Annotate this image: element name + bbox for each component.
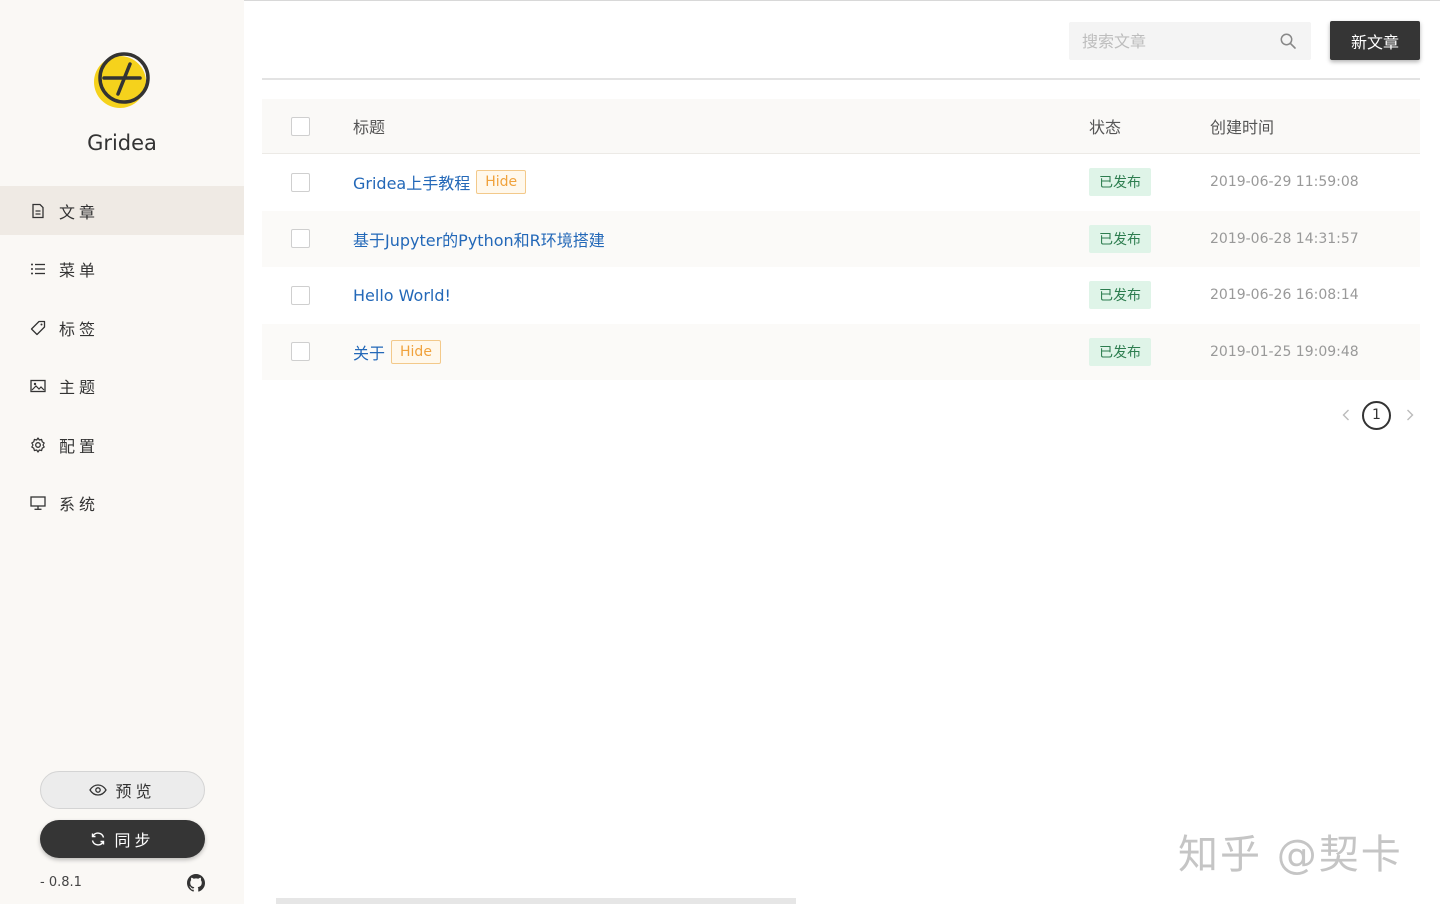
status-badge: 已发布 bbox=[1089, 168, 1151, 197]
list-icon bbox=[30, 261, 46, 277]
row-checkbox[interactable] bbox=[291, 172, 310, 192]
table-row[interactable]: Hello World! 已发布 2019-06-26 16:08:14 bbox=[262, 267, 1420, 324]
sidebar-menu: 文章 菜单 标签 主题 配置 系统 bbox=[0, 186, 244, 537]
sidebar-item-label: 标签 bbox=[59, 319, 100, 339]
table-row[interactable]: 基于Jupyter的Python和R环境搭建 已发布 2019-06-28 14… bbox=[262, 210, 1420, 267]
row-checkbox[interactable] bbox=[291, 342, 310, 362]
search-icon[interactable] bbox=[1279, 32, 1297, 50]
posts-table: 标题 状态 创建时间 Gridea上手教程 Hide 已发布 2019-06-2… bbox=[262, 99, 1420, 380]
eye-icon bbox=[89, 784, 108, 796]
status-badge: 已发布 bbox=[1089, 337, 1151, 366]
sidebar-item-articles[interactable]: 文章 bbox=[0, 186, 244, 235]
watermark: 知乎 @契卡 bbox=[1178, 832, 1403, 878]
search-input[interactable] bbox=[1069, 22, 1269, 60]
table-row[interactable]: Gridea上手教程 Hide 已发布 2019-06-29 11:59:08 bbox=[262, 154, 1420, 211]
created-time: 2019-06-29 11:59:08 bbox=[1210, 174, 1359, 191]
preview-label: 预览 bbox=[115, 782, 156, 801]
sync-label: 同步 bbox=[114, 831, 155, 850]
sidebar-item-tags[interactable]: 标签 bbox=[0, 303, 244, 352]
column-title-header[interactable]: 标题 bbox=[353, 114, 1089, 138]
refresh-icon bbox=[92, 832, 105, 846]
app-version: - 0.8.1 bbox=[40, 875, 82, 890]
chevron-right-icon[interactable] bbox=[1402, 407, 1418, 423]
sync-button[interactable]: 同步 bbox=[40, 820, 205, 858]
column-status-header[interactable]: 状态 bbox=[1089, 114, 1210, 138]
row-checkbox[interactable] bbox=[291, 229, 310, 249]
status-badge: 已发布 bbox=[1089, 281, 1151, 310]
current-page[interactable]: 1 bbox=[1362, 400, 1391, 430]
column-created-header[interactable]: 创建时间 bbox=[1210, 114, 1420, 138]
table-row[interactable]: 关于 Hide 已发布 2019-01-25 19:09:48 bbox=[262, 323, 1420, 380]
monitor-icon bbox=[30, 495, 46, 511]
header-divider bbox=[262, 78, 1420, 80]
created-time: 2019-06-26 16:08:14 bbox=[1210, 287, 1359, 304]
image-icon bbox=[30, 378, 46, 394]
created-time: 2019-01-25 19:09:48 bbox=[1210, 343, 1359, 360]
select-all-checkbox[interactable] bbox=[291, 116, 310, 136]
row-checkbox[interactable] bbox=[291, 285, 310, 305]
created-time: 2019-06-28 14:31:57 bbox=[1210, 230, 1359, 247]
sidebar-item-system[interactable]: 系统 bbox=[0, 479, 244, 528]
main-content: 新文章 标题 状态 创建时间 Gridea上手教程 Hide 已发布 2019-… bbox=[262, 0, 1420, 904]
file-text-icon bbox=[30, 203, 46, 219]
sidebar-item-theme[interactable]: 主题 bbox=[0, 362, 244, 411]
sidebar-item-label: 文章 bbox=[59, 202, 100, 222]
preview-button[interactable]: 预览 bbox=[40, 771, 205, 809]
post-title-link[interactable]: Hello World! bbox=[353, 286, 451, 305]
sidebar-item-label: 系统 bbox=[59, 495, 100, 514]
table-header: 标题 状态 创建时间 bbox=[262, 99, 1420, 154]
gear-icon bbox=[30, 436, 46, 453]
chevron-left-icon[interactable] bbox=[1338, 407, 1354, 423]
sidebar-item-menu[interactable]: 菜单 bbox=[0, 245, 244, 294]
github-icon[interactable] bbox=[187, 874, 205, 892]
hide-tag: Hide bbox=[391, 339, 441, 364]
sidebar: Gridea 文章 菜单 标签 主题 配置 系统 预览 同步 - 0.8.1 bbox=[0, 0, 244, 904]
post-title-link[interactable]: Gridea上手教程 bbox=[353, 170, 470, 194]
pagination: 1 bbox=[1338, 400, 1418, 430]
app-name: Gridea bbox=[87, 131, 157, 155]
post-title-link[interactable]: 基于Jupyter的Python和R环境搭建 bbox=[353, 227, 605, 251]
sidebar-item-label: 主题 bbox=[59, 378, 100, 397]
new-post-button[interactable]: 新文章 bbox=[1330, 21, 1420, 60]
search-box bbox=[1069, 22, 1311, 60]
hide-tag: Hide bbox=[476, 170, 527, 195]
sidebar-item-settings[interactable]: 配置 bbox=[0, 420, 244, 469]
gridea-logo bbox=[94, 52, 150, 108]
tag-icon bbox=[30, 320, 46, 336]
status-badge: 已发布 bbox=[1089, 224, 1151, 253]
sidebar-item-label: 配置 bbox=[59, 436, 100, 456]
bottom-edge-artifact bbox=[276, 898, 796, 904]
sidebar-item-label: 菜单 bbox=[59, 261, 100, 280]
post-title-link[interactable]: 关于 bbox=[353, 340, 385, 364]
